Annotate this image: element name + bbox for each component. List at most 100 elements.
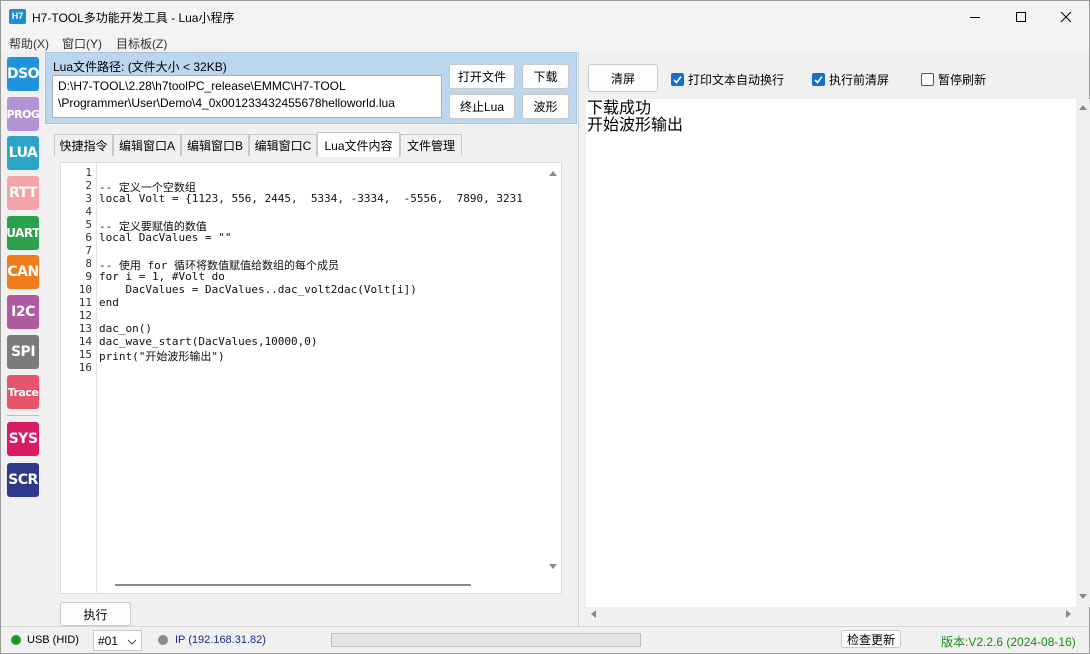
clear-before-run-label: 执行前清屏 <box>829 73 890 87</box>
maximize-button[interactable] <box>998 1 1044 32</box>
tab-edit-window-c[interactable]: 编辑窗口C <box>249 134 317 156</box>
scroll-down-icon[interactable] <box>549 564 557 569</box>
sidebar-prog-button[interactable]: PROG <box>7 97 40 131</box>
scroll-up-icon[interactable] <box>549 171 557 176</box>
code-line: DacValues = DacValues..dac_volt2dac(Volt… <box>99 283 417 296</box>
checkbox-checked-icon <box>812 73 825 86</box>
auto-wrap-checkbox[interactable]: 打印文本自动换行 <box>671 71 784 88</box>
lua-editor-panel: Lua文件路径: (文件大小 < 32KB) D:\H7-TOOL\2.28\h… <box>45 52 577 626</box>
line-number: 14 <box>78 335 92 348</box>
scroll-down-icon[interactable] <box>1079 594 1087 599</box>
sidebar-dso-button[interactable]: DSO <box>7 57 40 91</box>
sidebar-lua-button[interactable]: LUA <box>7 136 39 170</box>
pause-refresh-label: 暂停刷新 <box>938 73 987 87</box>
tab-file-manager[interactable]: 文件管理 <box>400 134 462 156</box>
line-number: 2 <box>85 179 92 192</box>
output-line: 开始波形输出 <box>587 115 684 134</box>
output-vertical-scrollbar[interactable] <box>1076 99 1090 607</box>
code-line: local DacValues = "" <box>99 231 232 244</box>
tab-quick-commands[interactable]: 快捷指令 <box>54 134 113 156</box>
sidebar-spi-button[interactable]: SPI <box>7 335 39 369</box>
tab-edit-window-b[interactable]: 编辑窗口B <box>181 134 249 156</box>
code-line: end <box>99 296 119 309</box>
tab-edit-window-a[interactable]: 编辑窗口A <box>113 134 181 156</box>
clear-before-run-checkbox[interactable]: 执行前清屏 <box>812 71 889 88</box>
sidebar-i2c-button[interactable]: I2C <box>7 295 39 329</box>
usb-status-indicator <box>11 635 21 645</box>
line-number: 11 <box>78 296 92 309</box>
line-number: 7 <box>85 244 92 257</box>
sidebar-sys-button[interactable]: SYS <box>7 422 39 456</box>
minimize-button[interactable] <box>952 1 998 32</box>
ip-status-indicator <box>158 635 168 645</box>
sidebar-rtt-button[interactable]: RTT <box>7 176 39 210</box>
output-panel: 清屏 打印文本自动换行 执行前清屏 暂停刷新 下载成功 开始波形输出 <box>578 52 1090 626</box>
lua-path-line-1: D:\H7-TOOL\2.28\h7toolPC_release\EMMC\H7… <box>58 79 346 93</box>
device-select[interactable]: #01 <box>93 630 142 651</box>
checkbox-checked-icon <box>671 73 684 86</box>
line-number-gutter: 1 2 3 4 5 6 7 8 9 10 11 12 13 14 15 16 <box>61 163 97 593</box>
run-button[interactable]: 执行 <box>60 602 131 626</box>
status-bar: USB (HID) #01 IP (192.168.31.82) 检查更新 版本… <box>1 626 1089 653</box>
close-button[interactable] <box>1043 1 1089 32</box>
minimize-icon <box>970 16 980 18</box>
code-line: print("开始波形输出") <box>99 350 225 363</box>
tab-lua-file-content[interactable]: Lua文件内容 <box>317 132 400 157</box>
output-horizontal-scrollbar[interactable] <box>586 607 1076 621</box>
sidebar-trace-button[interactable]: Trace <box>7 375 39 409</box>
line-number: 4 <box>85 205 92 218</box>
usb-status-text: USB (HID) <box>27 634 79 646</box>
line-number: 3 <box>85 192 92 205</box>
line-number: 13 <box>78 322 92 335</box>
download-button[interactable]: 下载 <box>522 64 569 89</box>
waveform-button[interactable]: 波形 <box>522 94 569 119</box>
chevron-down-icon <box>127 639 137 645</box>
menu-help[interactable]: 帮助(X) <box>9 35 49 52</box>
menu-window[interactable]: 窗口(Y) <box>62 35 102 52</box>
editor-vertical-scrollbar[interactable] <box>545 163 561 577</box>
output-line: 下载成功 <box>587 99 652 117</box>
scroll-right-icon[interactable] <box>1066 610 1071 618</box>
device-select-value: #01 <box>98 634 119 648</box>
lua-path-box: Lua文件路径: (文件大小 < 32KB) D:\H7-TOOL\2.28\h… <box>45 52 577 124</box>
code-line: dac_on() <box>99 322 152 335</box>
sidebar-uart-button[interactable]: UART <box>6 216 40 250</box>
menu-bar: 帮助(X) 窗口(Y) 目标板(Z) <box>1 32 1089 52</box>
sidebar-can-button[interactable]: CAN <box>7 255 39 289</box>
window-title: H7-TOOL多功能开发工具 - Lua小程序 <box>32 11 235 25</box>
line-number: 8 <box>85 257 92 270</box>
progress-bar <box>331 633 641 647</box>
open-file-button[interactable]: 打开文件 <box>449 64 515 89</box>
main-window: H7 H7-TOOL多功能开发工具 - Lua小程序 帮助(X) 窗口(Y) 目… <box>0 0 1090 654</box>
output-console[interactable]: 下载成功 开始波形输出 <box>586 99 1076 607</box>
line-number: 5 <box>85 218 92 231</box>
menu-target-board[interactable]: 目标板(Z) <box>116 35 167 52</box>
line-number: 15 <box>78 348 92 361</box>
stop-lua-button[interactable]: 终止Lua <box>449 94 515 119</box>
lua-path-field[interactable]: D:\H7-TOOL\2.28\h7toolPC_release\EMMC\H7… <box>52 75 442 118</box>
sidebar-divider <box>7 415 39 416</box>
line-number: 9 <box>85 270 92 283</box>
sidebar-scr-button[interactable]: SCR <box>7 463 39 497</box>
module-sidebar: DSO PROG LUA RTT UART CAN I2C SPI Trace … <box>1 52 45 626</box>
code-area[interactable]: -- 定义一个空数组 local Volt = {1123, 556, 2445,… <box>99 163 547 575</box>
line-number: 6 <box>85 231 92 244</box>
checkbox-unchecked-icon <box>921 73 934 86</box>
pause-refresh-checkbox[interactable]: 暂停刷新 <box>921 71 986 88</box>
clear-screen-button[interactable]: 清屏 <box>588 64 658 92</box>
editor-horizontal-scrollbar[interactable] <box>97 577 547 593</box>
scroll-up-icon[interactable] <box>1079 105 1087 110</box>
code-line: local Volt = {1123, 556, 2445, 5334, -33… <box>99 192 523 205</box>
code-line: dac_wave_start(DacValues,10000,0) <box>99 335 318 348</box>
line-number: 12 <box>78 309 92 322</box>
ip-status-text: IP (192.168.31.82) <box>175 634 266 646</box>
scroll-left-icon[interactable] <box>591 610 596 618</box>
maximize-icon <box>1016 11 1026 22</box>
app-icon: H7 <box>9 9 26 24</box>
code-editor[interactable]: 1 2 3 4 5 6 7 8 9 10 11 12 13 14 15 16 -- 定义一个空数组 local … <box>60 162 562 594</box>
line-number: 10 <box>78 283 92 296</box>
horizontal-scroll-thumb[interactable] <box>115 584 471 586</box>
lua-path-line-2: \Programmer\User\Demo\4_0x00123343245567… <box>58 96 395 110</box>
code-line: for i = 1, #Volt do <box>99 270 225 283</box>
check-update-button[interactable]: 检查更新 <box>841 630 901 648</box>
